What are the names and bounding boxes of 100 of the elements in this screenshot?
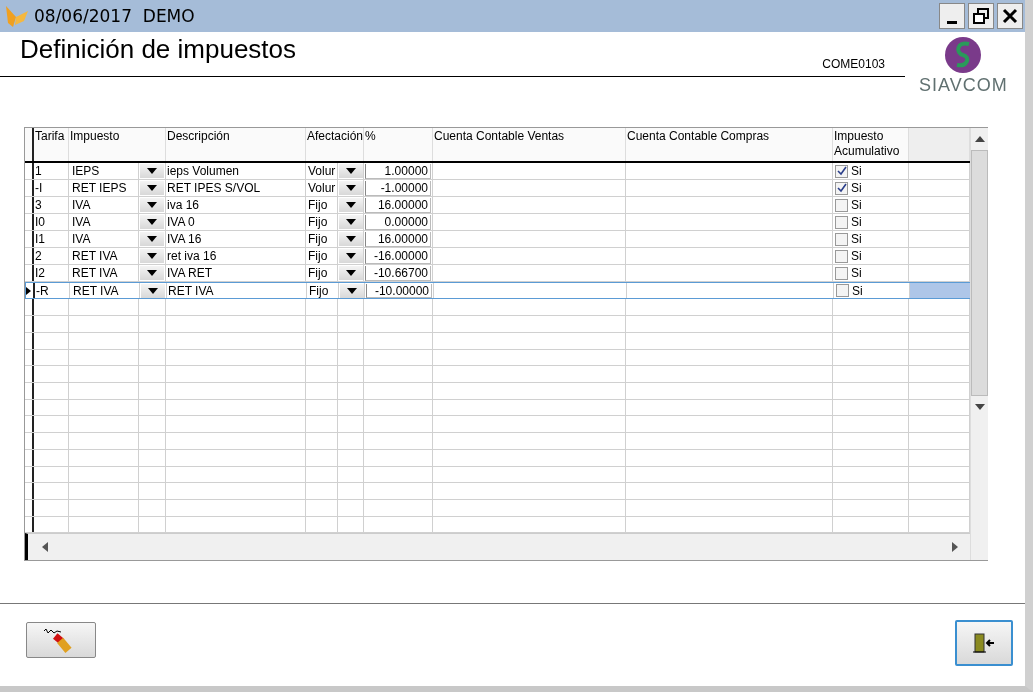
table-cell: Fijo: [306, 214, 338, 231]
caret-icon: [345, 270, 356, 277]
dropdown-button[interactable]: [338, 249, 363, 264]
checkbox-label: Si: [852, 283, 863, 299]
percent-field[interactable]: -10.00000: [366, 284, 432, 299]
logo-text: SIAVCOM: [919, 75, 1008, 96]
table-cell: 3: [34, 197, 69, 214]
table-row[interactable]: I0 IVA IVA 0 Fijo 0.00000 Si: [25, 214, 970, 232]
table-cell: -R: [35, 283, 70, 299]
scroll-thumb[interactable]: [971, 150, 988, 396]
column-header: Cuenta Contable Compras: [626, 128, 833, 162]
percent-field[interactable]: -1.00000: [365, 181, 431, 197]
horizontal-scrollbar[interactable]: [25, 533, 970, 560]
dropdown-button[interactable]: [338, 164, 363, 179]
window-title: 08/06/2017 DEMO: [34, 6, 195, 26]
dropdown-button[interactable]: [140, 181, 164, 196]
dropdown-button[interactable]: [140, 215, 164, 230]
page-title: Definición de impuestos: [20, 34, 297, 65]
table-cell: I2: [34, 265, 69, 282]
close-icon: [1002, 8, 1018, 24]
table-cell: 1: [34, 163, 69, 180]
table-cell: RET IPES S/VOL: [166, 180, 306, 197]
checkbox[interactable]: [835, 164, 848, 178]
caret-icon: [345, 185, 356, 192]
caret-icon: [345, 168, 356, 175]
restore-button[interactable]: [968, 3, 994, 29]
percent-field[interactable]: -10.66700: [365, 266, 431, 282]
column-header: Cuenta Contable Ventas: [433, 128, 626, 162]
table-cell: IVA: [69, 197, 139, 214]
checkbox[interactable]: [835, 181, 848, 195]
exit-button[interactable]: [955, 620, 1013, 666]
percent-field[interactable]: -16.00000: [365, 249, 431, 265]
checkbox[interactable]: [835, 198, 848, 212]
column-header: Impuesto: [69, 128, 166, 162]
minimize-button[interactable]: [939, 3, 965, 29]
checkbox-label: Si: [851, 163, 862, 180]
table-row[interactable]: -I RET IEPS RET IPES S/VOL Volur -1.00000 Si: [25, 180, 970, 198]
checkbox-label: Si: [851, 231, 862, 248]
table-cell: ieps Volumen: [166, 163, 306, 180]
dropdown-button[interactable]: [141, 283, 165, 298]
caret-icon: [346, 287, 357, 294]
vertical-scrollbar[interactable]: [970, 128, 988, 560]
clear-button[interactable]: [26, 622, 96, 658]
restore-icon: [973, 8, 989, 24]
table-cell: Fijo: [306, 248, 338, 265]
dropdown-button[interactable]: [338, 215, 363, 230]
table-cell: Fijo: [306, 265, 338, 282]
logo-icon: [943, 35, 984, 75]
table-row[interactable]: -R RET IVA RET IVA Fijo -10.00000 Si: [25, 282, 970, 300]
percent-field[interactable]: 16.00000: [365, 232, 431, 248]
checkbox[interactable]: [835, 266, 848, 280]
table-cell: RET IVA: [69, 248, 139, 265]
dropdown-button[interactable]: [338, 266, 363, 281]
checkbox[interactable]: [835, 232, 848, 246]
table-cell: iva 16: [166, 197, 306, 214]
dropdown-button[interactable]: [140, 232, 164, 247]
table-cell: ret iva 16: [166, 248, 306, 265]
table-cell: -I: [34, 180, 69, 197]
percent-field[interactable]: 1.00000: [365, 164, 431, 180]
checkbox[interactable]: [836, 284, 849, 298]
checkbox-label: Si: [851, 180, 862, 197]
table-cell: RET IVA: [70, 283, 140, 299]
dropdown-button[interactable]: [339, 283, 364, 298]
table-cell: Fijo: [307, 283, 339, 299]
table-cell: Volur: [306, 163, 338, 180]
table-row[interactable]: 2 RET IVA ret iva 16 Fijo -16.00000 Si: [25, 248, 970, 266]
table-cell: RET IVA: [69, 265, 139, 282]
column-header: Afectación: [306, 128, 364, 162]
table-cell: I1: [34, 231, 69, 248]
caret-icon: [345, 253, 356, 260]
scroll-down-icon[interactable]: [974, 404, 985, 410]
table-cell: IVA 16: [166, 231, 306, 248]
close-button[interactable]: [997, 3, 1023, 29]
checkbox-label: Si: [851, 265, 862, 282]
scroll-right-icon[interactable]: [952, 542, 958, 553]
dropdown-button[interactable]: [140, 249, 164, 264]
checkbox-label: Si: [851, 197, 862, 214]
checkbox[interactable]: [835, 215, 848, 229]
percent-field[interactable]: 0.00000: [365, 215, 431, 231]
checkbox[interactable]: [835, 249, 848, 263]
column-header: Tarifa: [34, 128, 69, 162]
dropdown-button[interactable]: [140, 266, 164, 281]
dropdown-button[interactable]: [338, 232, 363, 247]
scroll-left-icon[interactable]: [42, 542, 48, 553]
checkbox-label: Si: [851, 248, 862, 265]
table-cell: IVA: [69, 231, 139, 248]
table-row[interactable]: I2 RET IVA IVA RET Fijo -10.66700 Si: [25, 265, 970, 283]
table-row[interactable]: I1 IVA IVA 16 Fijo 16.00000 Si: [25, 231, 970, 249]
scroll-up-icon[interactable]: [974, 136, 985, 142]
dropdown-button[interactable]: [338, 198, 363, 213]
percent-field[interactable]: 16.00000: [365, 198, 431, 214]
dropdown-button[interactable]: [140, 164, 164, 179]
table-cell: 2: [34, 248, 69, 265]
dropdown-button[interactable]: [140, 198, 164, 213]
column-header: %: [364, 128, 433, 162]
table-cell: RET IVA: [167, 283, 307, 299]
table-row[interactable]: 1 IEPS ieps Volumen Volur 1.00000 Si: [25, 163, 970, 181]
dropdown-button[interactable]: [338, 181, 363, 196]
column-header: Descripción: [166, 128, 306, 162]
table-row[interactable]: 3 IVA iva 16 Fijo 16.00000 Si: [25, 197, 970, 215]
